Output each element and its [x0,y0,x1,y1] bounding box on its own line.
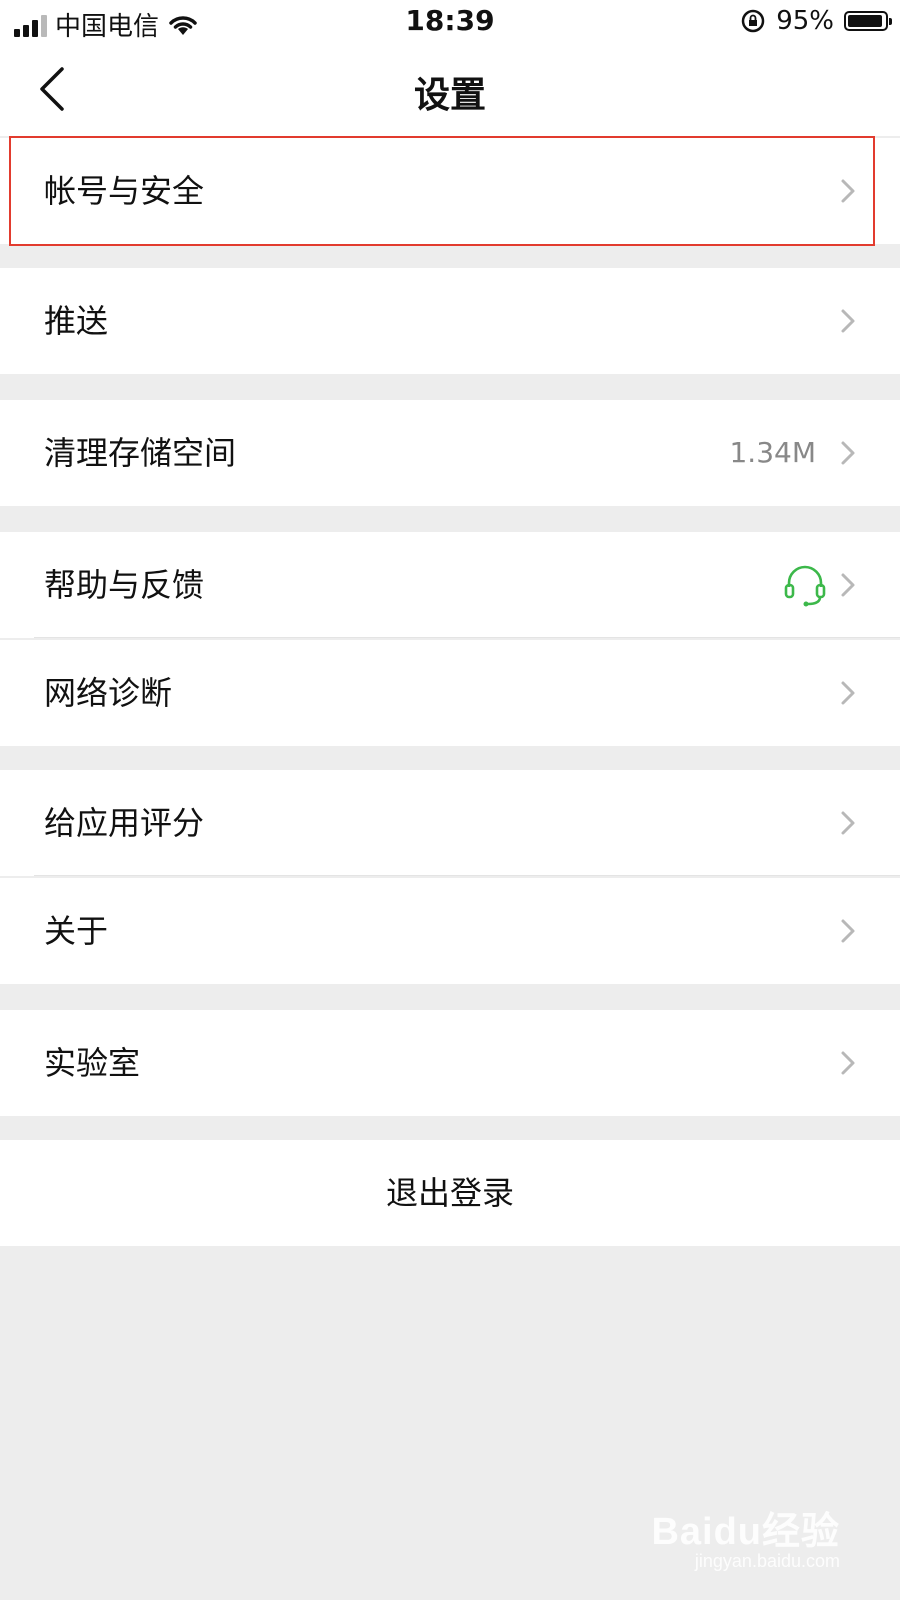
row-label: 关于 [44,912,109,950]
chevron-right-icon [841,441,855,465]
row-label: 网络诊断 [44,674,173,712]
chevron-right-icon [841,179,855,203]
status-right: 95% [740,6,892,36]
chevron-right-icon [841,919,855,943]
help-feedback-item[interactable]: 帮助与反馈 [0,532,900,638]
chevron-right-icon [841,1051,855,1075]
headset-icon [784,565,826,607]
battery-icon [844,11,892,31]
chevron-right-icon [841,681,855,705]
row-label: 推送 [44,302,109,340]
row-divider [34,875,900,876]
rate-app-item[interactable]: 给应用评分 [0,770,900,876]
watermark-main: Baidu经验 [651,1511,840,1553]
row-label: 给应用评分 [44,804,205,842]
clear-storage-item[interactable]: 清理存储空间 1.34M [0,400,900,506]
status-bar: 中国电信 18:39 95% [0,0,900,44]
battery-fill [848,15,883,27]
account-security-item[interactable]: 帐号与安全 [0,138,900,244]
rotation-lock-icon [741,9,765,33]
nav-bar: 设置 [0,44,900,136]
page-title: 设置 [413,75,486,116]
chevron-right-icon [841,573,855,597]
storage-size-value: 1.34M [729,436,816,469]
network-diagnosis-item[interactable]: 网络诊断 [0,640,900,746]
logout-button[interactable]: 退出登录 [0,1140,900,1246]
row-label: 清理存储空间 [44,434,237,472]
watermark-logo: Baidu经验 jingyan.baidu.com [651,1500,840,1572]
battery-percent: 95% [776,6,834,36]
about-item[interactable]: 关于 [0,878,900,984]
row-divider [34,637,900,638]
row-label: 帐号与安全 [44,172,205,210]
row-label: 帮助与反馈 [44,566,205,604]
chevron-right-icon [841,811,855,835]
row-label: 实验室 [44,1044,141,1082]
chevron-right-icon [841,309,855,333]
push-item[interactable]: 推送 [0,268,900,374]
lab-item[interactable]: 实验室 [0,1010,900,1116]
